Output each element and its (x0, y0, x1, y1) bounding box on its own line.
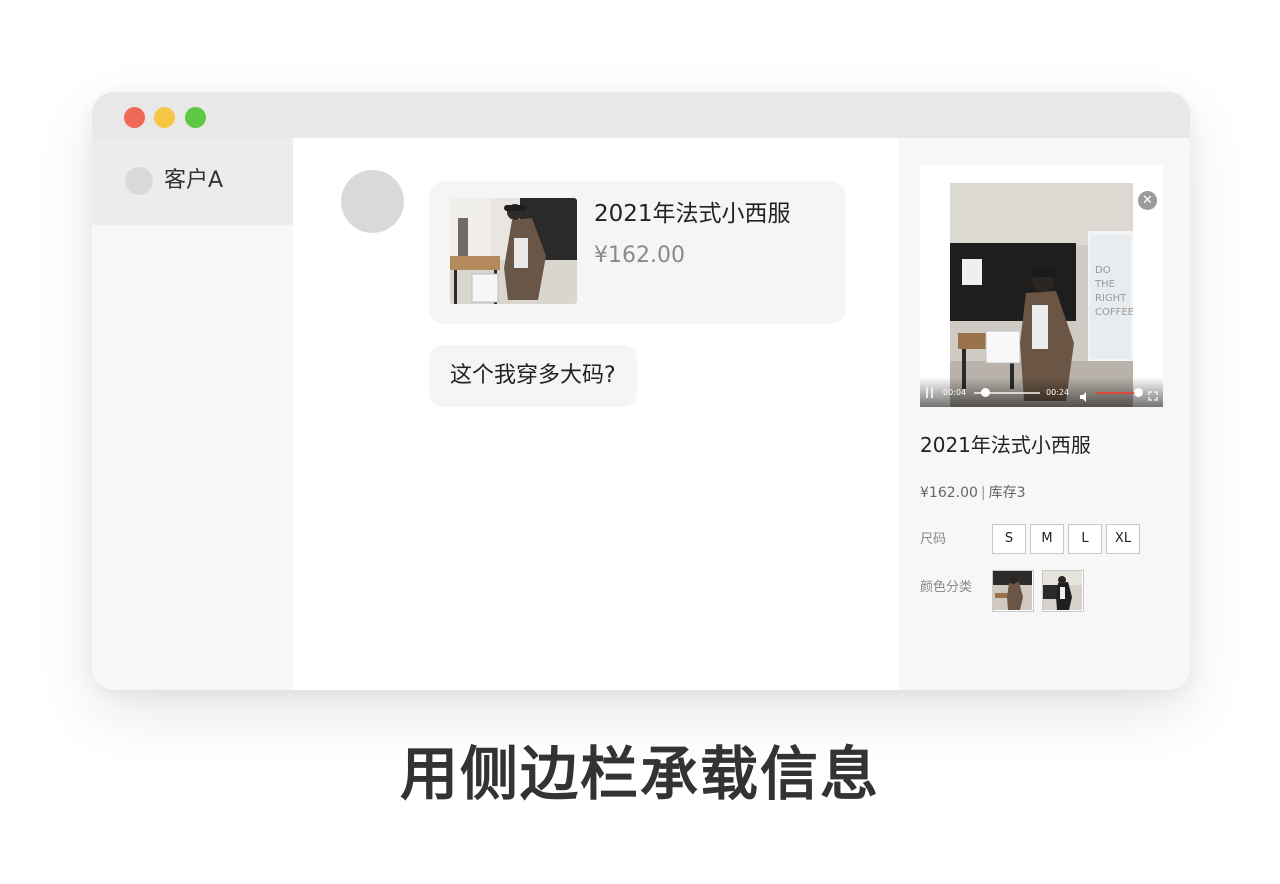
avatar (125, 167, 153, 195)
meta-separator: | (980, 485, 986, 501)
size-option-l[interactable]: L (1068, 524, 1102, 554)
color-option-2[interactable] (1042, 570, 1084, 612)
customer-name: 客户A (164, 168, 224, 193)
video-controls: 00:04 00:24 (920, 377, 1163, 407)
size-option-xl[interactable]: XL (1106, 524, 1140, 554)
product-price: ¥162.00 (594, 243, 685, 268)
product-video-player[interactable]: DO THE RIGHT COFFEE ✕ 00:04 00:24 (920, 165, 1163, 407)
size-label: 尺码 (920, 532, 947, 547)
color-label: 颜色分类 (920, 580, 973, 595)
svg-text:THE: THE (1094, 279, 1115, 290)
video-total-time: 00:24 (1046, 388, 1070, 397)
customer-item[interactable]: 客户A (92, 138, 293, 225)
close-window-button[interactable] (124, 107, 145, 128)
volume-handle[interactable] (1134, 388, 1143, 397)
detail-price: ¥162.00 (920, 485, 978, 501)
size-option-m[interactable]: M (1030, 524, 1064, 554)
product-card-message[interactable]: 2021年法式小西服 ¥162.00 (429, 181, 846, 324)
video-frame: DO THE RIGHT COFFEE (950, 183, 1133, 407)
chat-area: 2021年法式小西服 ¥162.00 这个我穿多大码? (293, 138, 899, 690)
product-detail-sidebar: DO THE RIGHT COFFEE ✕ 00:04 00:24 2021年法… (899, 138, 1190, 690)
size-option-s[interactable]: S (992, 524, 1026, 554)
video-progress-handle[interactable] (980, 388, 990, 397)
volume-slider[interactable] (1096, 392, 1138, 394)
product-title: 2021年法式小西服 (594, 201, 791, 227)
minimize-window-button[interactable] (154, 107, 175, 128)
size-options: S M L XL (992, 524, 1140, 554)
customer-sidebar: 客户A (92, 138, 293, 690)
caption-heading: 用侧边栏承载信息 (399, 740, 880, 808)
svg-text:COFFEE: COFFEE (1095, 307, 1133, 318)
pause-icon[interactable] (926, 387, 934, 398)
volume-icon[interactable] (1080, 387, 1090, 402)
color-options (992, 570, 1084, 612)
sender-avatar (341, 170, 404, 233)
svg-text:RIGHT: RIGHT (1095, 293, 1127, 304)
video-current-time: 00:04 (943, 388, 967, 397)
detail-stock: 库存3 (988, 485, 1026, 501)
svg-text:DO: DO (1095, 265, 1111, 276)
title-bar (92, 92, 1190, 138)
app-window: 客户A 2021年法式小西服 ¥162.00 这个我穿多大码? DO THE R… (92, 92, 1190, 690)
price-stock-line: ¥162.00 | 库存3 (920, 483, 1026, 503)
color-option-1[interactable] (992, 570, 1034, 612)
product-thumbnail (450, 198, 577, 304)
customer-message: 这个我穿多大码? (429, 345, 637, 407)
zoom-window-button[interactable] (185, 107, 206, 128)
fullscreen-icon[interactable] (1148, 386, 1158, 401)
close-video-button[interactable]: ✕ (1138, 191, 1157, 210)
detail-product-title: 2021年法式小西服 (920, 433, 1091, 457)
